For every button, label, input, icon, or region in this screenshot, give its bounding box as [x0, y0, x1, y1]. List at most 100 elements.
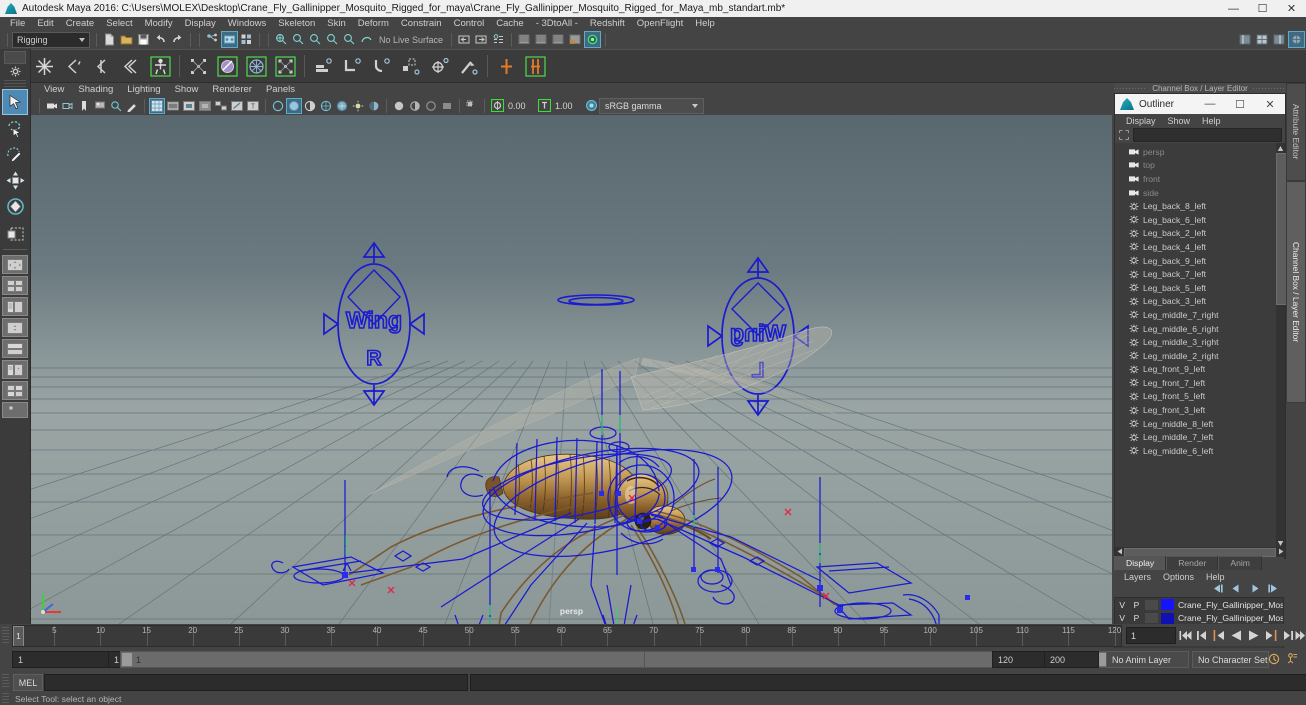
workspace-layout-1-icon[interactable] [1238, 32, 1253, 47]
layer-row[interactable]: VP Crane_Fly_Gallinipper_Mosquito [1115, 598, 1283, 612]
current-time-cursor[interactable]: 1 [13, 626, 24, 646]
pole-vector-constraint-icon[interactable] [456, 54, 481, 79]
orient-constraint-icon[interactable] [369, 54, 394, 79]
layout-multi-panel-icon[interactable] [2, 381, 28, 400]
camera-attributes-icon[interactable] [61, 99, 75, 113]
xray-toggle-icon[interactable] [214, 99, 228, 113]
toolbox-shelf-minibar[interactable] [4, 51, 26, 64]
use-all-lights-icon[interactable] [351, 99, 365, 113]
step-back-frame-button[interactable] [1213, 628, 1226, 642]
aim-constraint-icon[interactable] [427, 54, 452, 79]
move-layer-down-fast-icon[interactable] [1267, 584, 1278, 596]
workspace-layout-2-icon[interactable] [1255, 32, 1270, 47]
viewport-3d-scene[interactable]: Wing R Wing L [31, 115, 1112, 624]
make-live-icon[interactable] [359, 32, 374, 47]
toggle-attribute-editor-icon[interactable] [517, 32, 532, 47]
create-deformer-icon[interactable] [494, 54, 519, 79]
bookmark-icon[interactable] [77, 99, 91, 113]
menu-skin[interactable]: Skin [321, 17, 351, 30]
texture-toggle-icon[interactable]: T [246, 99, 260, 113]
shading-smooth-icon[interactable] [286, 97, 302, 114]
outliner-item[interactable]: Leg_back_9_left [1115, 254, 1285, 268]
command-line-grip[interactable] [2, 674, 9, 688]
tab-channel-box-layer-editor[interactable]: Channel Box / Layer Editor [1286, 181, 1306, 403]
resolution-gate-icon[interactable] [182, 99, 196, 113]
grease-pencil-icon[interactable] [125, 99, 139, 113]
paint-select-tool-icon[interactable] [3, 142, 27, 166]
viewport-menu-lighting[interactable]: Lighting [120, 84, 167, 95]
layer-color-swatch[interactable] [1160, 612, 1174, 624]
outliner-menu-show[interactable]: Show [1162, 116, 1197, 126]
outliner-item[interactable]: Leg_back_4_left [1115, 240, 1285, 254]
toggle-modeling-toolkit-icon[interactable] [568, 32, 583, 47]
ik-spline-handle-icon[interactable] [90, 54, 115, 79]
film-gate-icon[interactable] [166, 99, 180, 113]
menu-constrain[interactable]: Constrain [395, 17, 448, 30]
viewport-menu-renderer[interactable]: Renderer [205, 84, 259, 95]
select-hierarchy-icon[interactable] [205, 32, 220, 47]
layout-outliner-persp-icon[interactable] [2, 297, 28, 316]
snap-to-point-icon[interactable] [308, 32, 323, 47]
screen-space-ao-icon[interactable] [392, 99, 406, 113]
layer-menu-options[interactable]: Options [1157, 572, 1200, 582]
bind-skin-human-icon[interactable] [148, 54, 173, 79]
color-space-selector[interactable]: sRGB gamma [599, 97, 704, 114]
snap-to-view-plane-icon[interactable] [342, 32, 357, 47]
script-language-button[interactable]: MEL [13, 674, 43, 691]
menu-file[interactable]: File [4, 17, 31, 30]
depth-of-field-icon[interactable] [440, 99, 454, 113]
image-plane-icon[interactable] [93, 99, 107, 113]
layer-visibility-toggle[interactable]: V [1115, 600, 1129, 610]
shading-wire-on-shaded-icon[interactable] [319, 99, 333, 113]
outliner-item[interactable]: front [1115, 172, 1285, 186]
window-close-button[interactable]: ✕ [1277, 0, 1306, 17]
play-backwards-button[interactable] [1230, 628, 1243, 642]
save-scene-icon[interactable] [136, 32, 151, 47]
open-scene-icon[interactable] [119, 32, 134, 47]
exposure-icon[interactable] [490, 99, 504, 113]
menu-deform[interactable]: Deform [352, 17, 395, 30]
outliner-item[interactable]: Leg_middle_2_right [1115, 349, 1285, 363]
outliner-close-button[interactable]: ✕ [1255, 94, 1285, 114]
paint-skin-weights-icon[interactable] [215, 54, 240, 79]
outliner-item[interactable]: Leg_middle_6_right [1115, 322, 1285, 336]
menu-edit[interactable]: Edit [31, 17, 59, 30]
insert-joint-icon[interactable] [119, 54, 144, 79]
animation-preferences-icon[interactable] [1286, 652, 1299, 668]
smooth-bind-icon[interactable] [186, 54, 211, 79]
viewport-menu-panels[interactable]: Panels [259, 84, 302, 95]
anim-layer-selector[interactable]: No Anim Layer [1106, 651, 1189, 668]
workspace-layout-3-icon[interactable] [1272, 32, 1287, 47]
tab-render[interactable]: Render [1166, 556, 1219, 570]
menu-control[interactable]: Control [448, 17, 491, 30]
toolbox-grip[interactable] [4, 80, 26, 87]
multisample-aa-icon[interactable] [424, 99, 438, 113]
menu-3dtoall[interactable]: - 3DtoAll - [530, 17, 584, 30]
layer-state-box[interactable] [1143, 598, 1159, 611]
layer-playback-toggle[interactable]: P [1129, 600, 1143, 610]
select-component-icon[interactable] [239, 32, 254, 47]
snap-to-projected-center-icon[interactable] [325, 32, 340, 47]
outliner-item[interactable]: Leg_back_2_left [1115, 227, 1285, 241]
render-settings-icon[interactable] [491, 32, 506, 47]
isolate-select-icon[interactable] [465, 99, 479, 113]
outliner-item[interactable]: Leg_front_7_left [1115, 376, 1285, 390]
viewport-menu-view[interactable]: View [37, 84, 71, 95]
move-tool-icon[interactable] [3, 168, 27, 192]
shading-wireframe-icon[interactable] [271, 99, 285, 113]
menu-skeleton[interactable]: Skeleton [272, 17, 321, 30]
snap-to-curve-icon[interactable] [291, 32, 306, 47]
outliner-vertical-scrollbar[interactable] [1276, 143, 1287, 547]
outliner-menu-display[interactable]: Display [1120, 116, 1162, 126]
motion-blur-icon[interactable] [408, 99, 422, 113]
tab-display[interactable]: Display [1114, 556, 1167, 570]
copy-skin-weights-icon[interactable] [273, 54, 298, 79]
select-tool-icon[interactable] [2, 89, 28, 115]
move-layer-up-icon[interactable] [1231, 584, 1242, 596]
layer-row[interactable]: VP Crane_Fly_Gallinipper_Mosquito [1115, 612, 1283, 626]
outliner-item[interactable]: persp [1115, 145, 1285, 159]
layer-playback-toggle[interactable]: P [1129, 613, 1143, 623]
render-current-frame-icon[interactable] [474, 32, 489, 47]
scroll-up-arrow-icon[interactable] [1277, 144, 1284, 151]
outliner-item[interactable]: Leg_front_3_left [1115, 403, 1285, 417]
